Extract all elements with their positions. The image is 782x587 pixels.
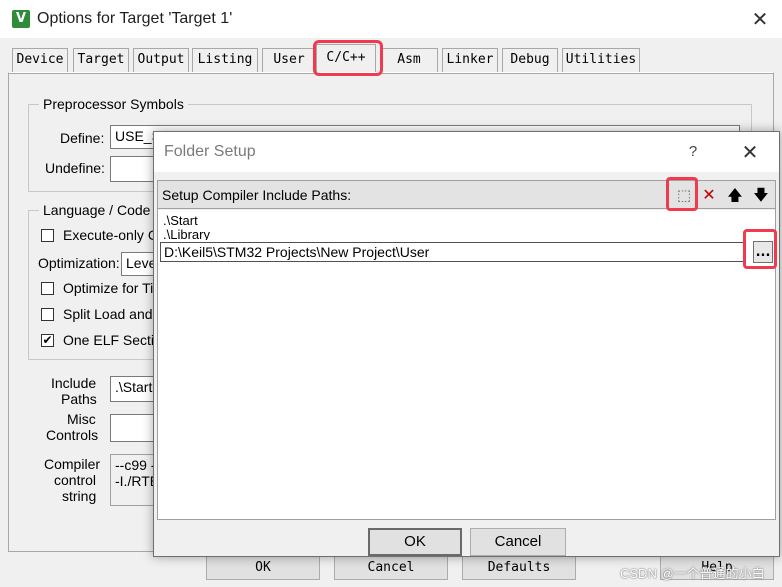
execute-only-checkbox[interactable] — [41, 229, 54, 242]
cancel-button[interactable]: Cancel — [334, 556, 448, 580]
dialog-cancel-button[interactable]: Cancel — [470, 528, 566, 556]
include-paths-list[interactable]: .\Start .\Library D:\Keil5\STM32 Project… — [158, 210, 775, 519]
defaults-button[interactable]: Defaults — [462, 556, 576, 580]
optimize-time-checkbox[interactable] — [41, 282, 54, 295]
close-icon[interactable]: ✕ — [746, 6, 774, 32]
ok-button[interactable]: OK — [206, 556, 320, 580]
compiler-label-line3: string — [62, 488, 97, 504]
new-folder-highlight — [666, 177, 698, 211]
split-load-label: Split Load and S — [63, 306, 166, 322]
active-tab-highlight — [313, 40, 383, 76]
include-label-line2: Paths — [61, 391, 97, 407]
move-down-icon[interactable]: 🡇 — [750, 184, 772, 206]
close-icon[interactable]: ✕ — [736, 139, 764, 165]
undefine-label: Undefine: — [45, 160, 105, 176]
include-paths-panel: Setup Compiler Include Paths: ⬚ ✕ 🡅 🡇 .\… — [157, 180, 776, 520]
split-load-checkbox[interactable] — [41, 308, 54, 321]
tab-asm[interactable]: Asm — [380, 48, 438, 72]
tab-listing[interactable]: Listing — [192, 48, 258, 72]
path-edit-field[interactable]: D:\Keil5\STM32 Projects\New Project\User — [160, 242, 745, 262]
execute-only-label: Execute-only Co — [63, 227, 166, 243]
language-group-label: Language / Code G — [39, 202, 170, 218]
title-bar: V Options for Target 'Target 1' ✕ — [0, 0, 782, 38]
watermark: CSDN @一个普通的小白 — [620, 566, 765, 581]
move-up-icon[interactable]: 🡅 — [724, 184, 746, 206]
dialog-title: Folder Setup — [164, 143, 256, 160]
define-label: Define: — [60, 130, 105, 146]
preprocessor-group-label: Preprocessor Symbols — [39, 96, 188, 112]
list-item[interactable]: .\Start — [163, 214, 198, 228]
compiler-label-line2: control — [54, 472, 97, 488]
dialog-title-bar: Folder Setup ? ✕ — [154, 132, 779, 172]
tab-target[interactable]: Target — [73, 48, 129, 72]
help-icon[interactable]: ? — [681, 140, 705, 164]
list-item[interactable]: .\Library — [163, 228, 210, 240]
misc-label-line2: Controls — [46, 427, 99, 443]
one-elf-label: One ELF Sectio — [63, 332, 162, 348]
tab-linker[interactable]: Linker — [442, 48, 498, 72]
optimization-label: Optimization: — [38, 255, 120, 271]
optimize-time-label: Optimize for Tim — [63, 280, 165, 296]
tab-device[interactable]: Device — [12, 48, 68, 72]
window-title: Options for Target 'Target 1' — [37, 10, 233, 27]
keil-app-icon: V — [12, 10, 30, 28]
tab-output[interactable]: Output — [133, 48, 189, 72]
include-label-line1: Include — [51, 375, 97, 391]
one-elf-checkbox[interactable]: ✔ — [41, 334, 54, 347]
delete-icon[interactable]: ✕ — [698, 184, 720, 206]
compiler-label-line1: Compiler — [44, 456, 101, 472]
browse-highlight — [743, 229, 777, 269]
tab-debug[interactable]: Debug — [502, 48, 558, 72]
include-paths-header-label: Setup Compiler Include Paths: — [162, 187, 352, 203]
tab-utilities[interactable]: Utilities — [562, 48, 640, 72]
tab-user[interactable]: User — [262, 48, 316, 72]
misc-label-line1: Misc — [67, 411, 96, 427]
dialog-ok-button[interactable]: OK — [368, 528, 462, 556]
